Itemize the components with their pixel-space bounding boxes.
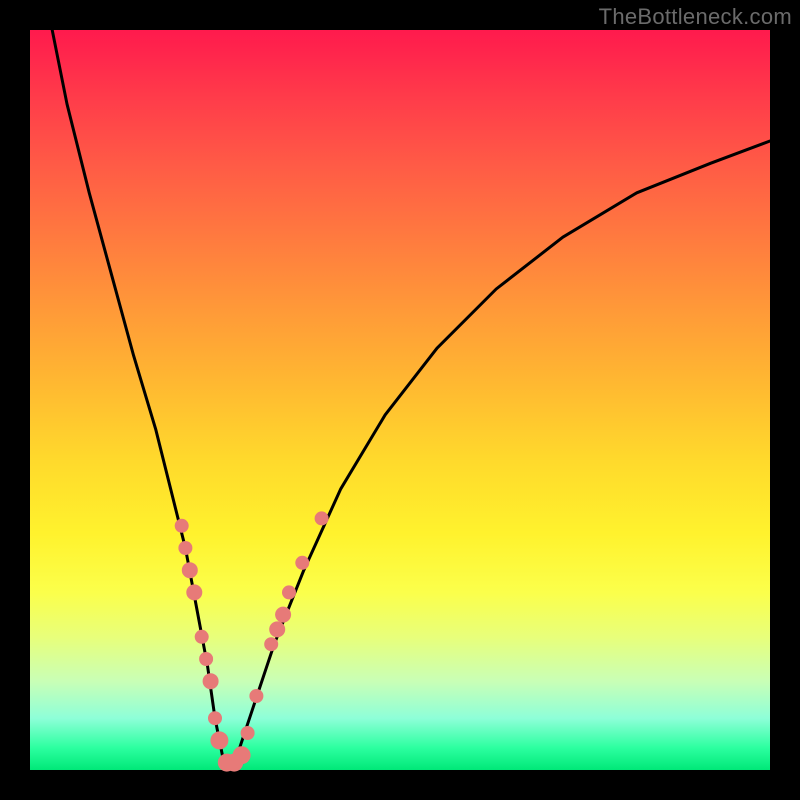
sample-point (275, 607, 291, 623)
sample-point (233, 746, 251, 764)
curve-layer (52, 30, 770, 770)
sample-point (249, 689, 263, 703)
sample-point (282, 585, 296, 599)
bottleneck-curve (52, 30, 770, 770)
chart-svg (30, 30, 770, 770)
sample-point (186, 584, 202, 600)
sample-point (203, 673, 219, 689)
sample-point (182, 562, 198, 578)
outer-frame: TheBottleneck.com (0, 0, 800, 800)
plot-area (30, 30, 770, 770)
sample-point (295, 556, 309, 570)
sample-point (199, 652, 213, 666)
sample-point (175, 519, 189, 533)
sample-point (241, 726, 255, 740)
watermark-text: TheBottleneck.com (599, 4, 792, 30)
marker-layer (175, 511, 329, 771)
sample-point (264, 637, 278, 651)
sample-point (195, 630, 209, 644)
sample-point (269, 621, 285, 637)
sample-point (315, 511, 329, 525)
sample-point (210, 731, 228, 749)
sample-point (178, 541, 192, 555)
sample-point (208, 711, 222, 725)
